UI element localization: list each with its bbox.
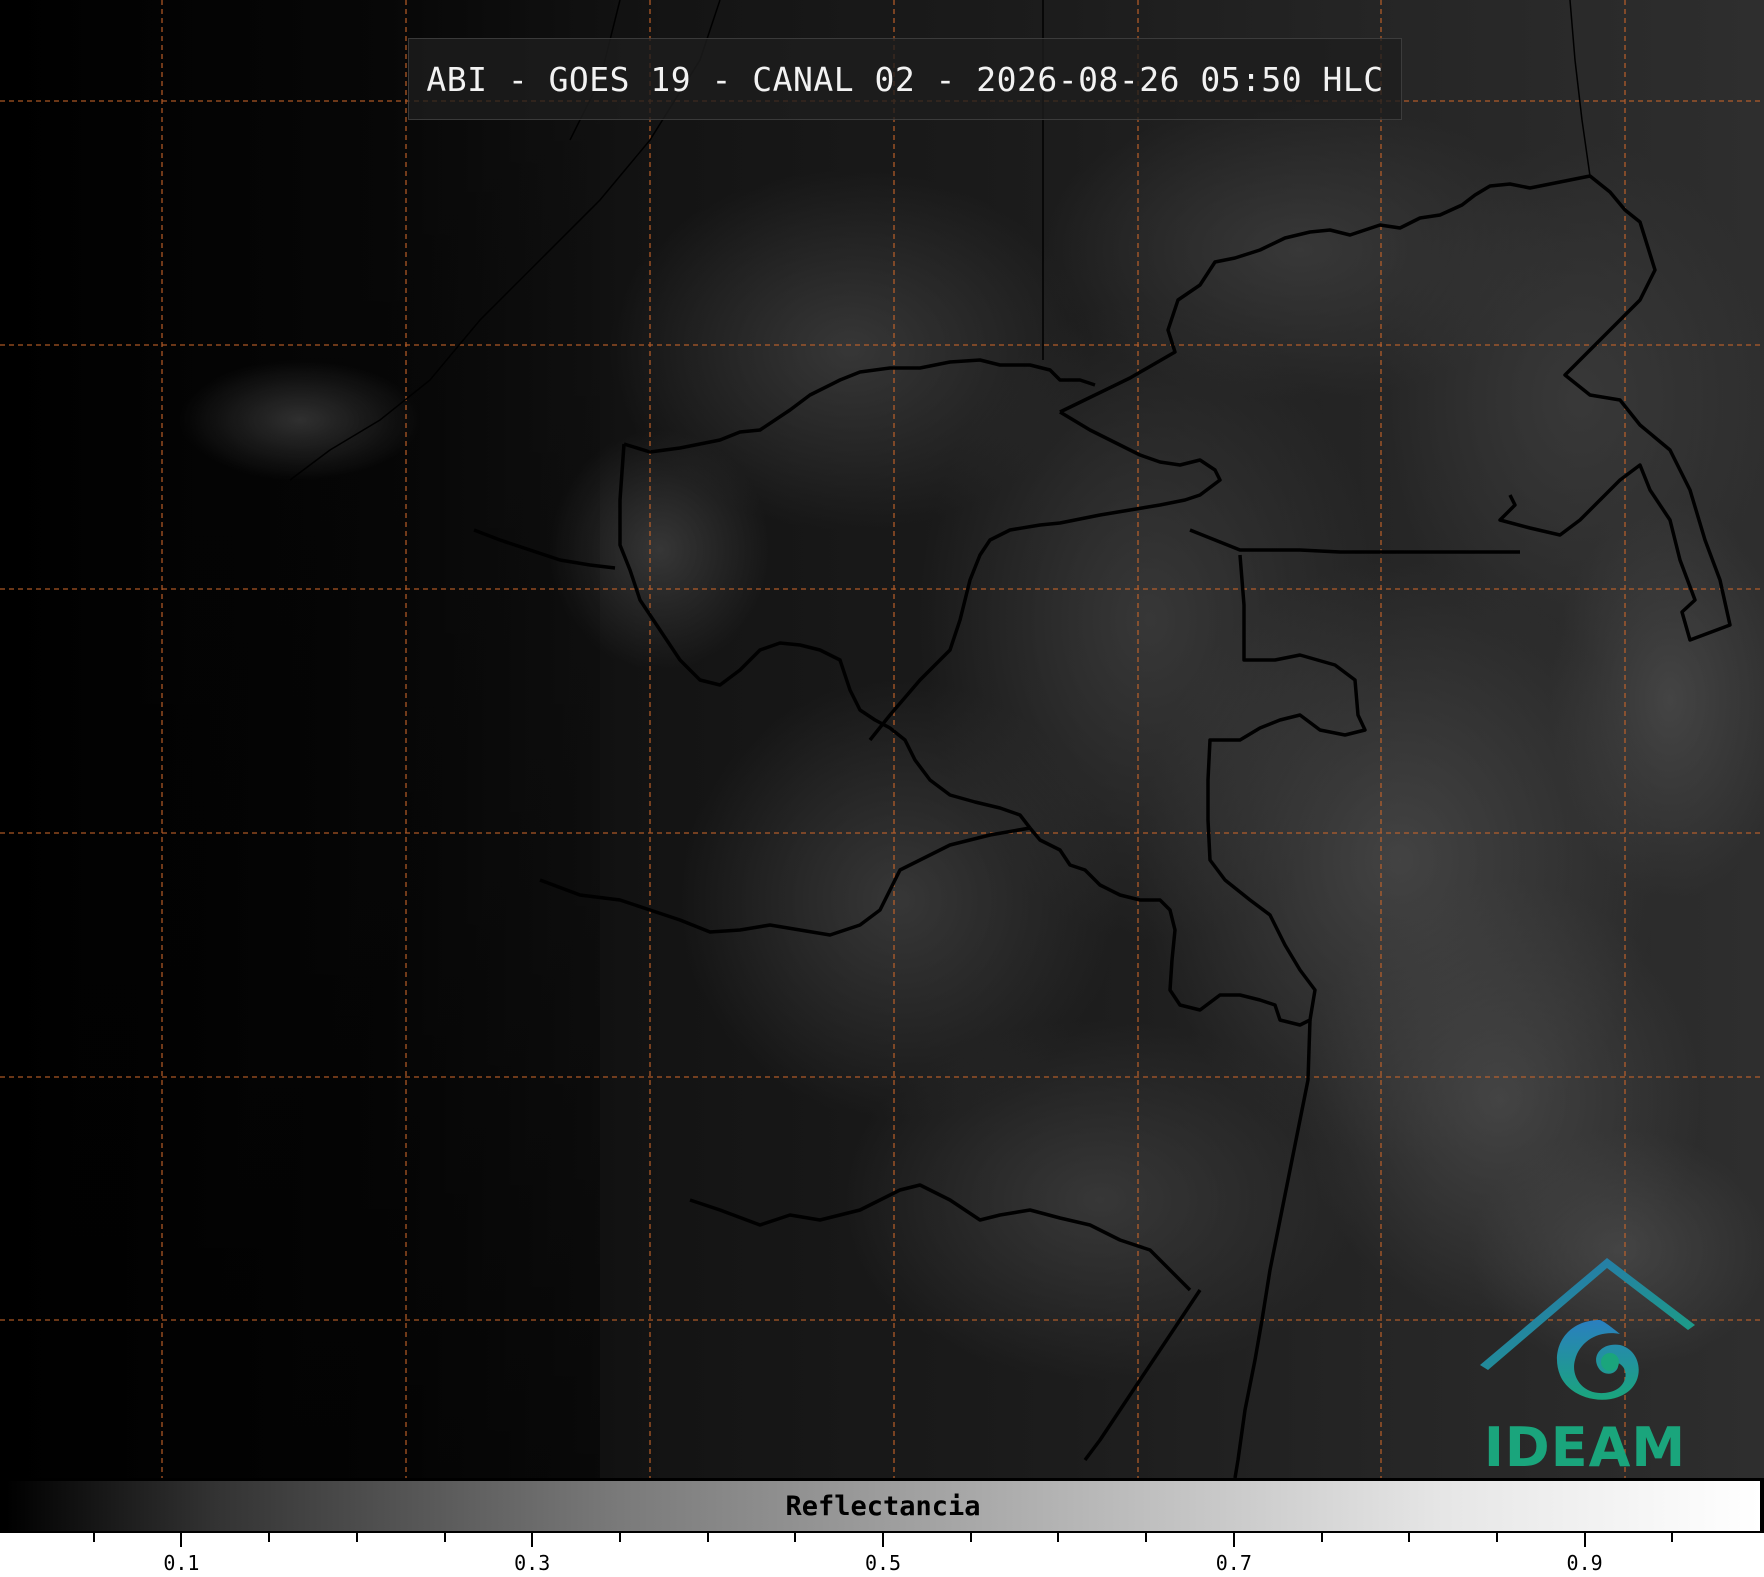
colorbar-major-tick	[1232, 1533, 1235, 1547]
colorbar-major-tick	[882, 1533, 884, 1547]
colorbar-label: Reflectancia	[785, 1490, 981, 1522]
colorbar-major-tick	[180, 1533, 183, 1547]
colorbar: Reflectancia	[4, 1479, 1762, 1533]
colorbar-minor-tick	[1057, 1533, 1060, 1542]
colorbar-tick-label: 0.5	[864, 1551, 902, 1575]
colorbar-minor-tick	[1145, 1533, 1148, 1542]
colorbar-minor-tick	[794, 1533, 797, 1542]
colorbar-tick-label: 0.3	[514, 1551, 551, 1575]
colorbar-minor-tick	[618, 1533, 621, 1542]
colorbar-major-tick	[531, 1533, 534, 1547]
colorbar-major-tick	[1583, 1533, 1586, 1547]
colorbar-minor-tick	[92, 1533, 95, 1542]
colorbar-tick-label: 0.9	[1566, 1551, 1603, 1575]
colorbar-ticks: 0.1 0.3 0.5 0.7 0.9	[0, 1533, 1764, 1577]
colorbar-minor-tick	[1495, 1533, 1498, 1542]
logo-text: IDEAM	[1483, 1416, 1687, 1478]
colorbar-tick-label: 0.7	[1215, 1551, 1252, 1575]
colorbar-minor-tick	[706, 1533, 709, 1542]
ideam-logo-icon	[1480, 1258, 1695, 1400]
colorbar-minor-tick	[1320, 1533, 1323, 1542]
colorbar-minor-tick	[268, 1533, 271, 1542]
satellite-map[interactable]: ABI - GOES 19 - CANAL 02 - 2026-08-26 05…	[0, 0, 1764, 1478]
colorbar-minor-tick	[969, 1533, 972, 1542]
map-title: ABI - GOES 19 - CANAL 02 - 2026-08-26 05…	[426, 59, 1384, 99]
ideam-logo: IDEAM	[1470, 1250, 1700, 1478]
colorbar-minor-tick	[355, 1533, 358, 1542]
colorbar-tick-label: 0.1	[163, 1551, 200, 1575]
colorbar-minor-tick	[1671, 1533, 1674, 1542]
colorbar-minor-tick	[1408, 1533, 1411, 1542]
colorbar-minor-tick	[443, 1533, 446, 1542]
title-banner: ABI - GOES 19 - CANAL 02 - 2026-08-26 05…	[408, 38, 1402, 120]
left-dark-area	[0, 0, 600, 1478]
